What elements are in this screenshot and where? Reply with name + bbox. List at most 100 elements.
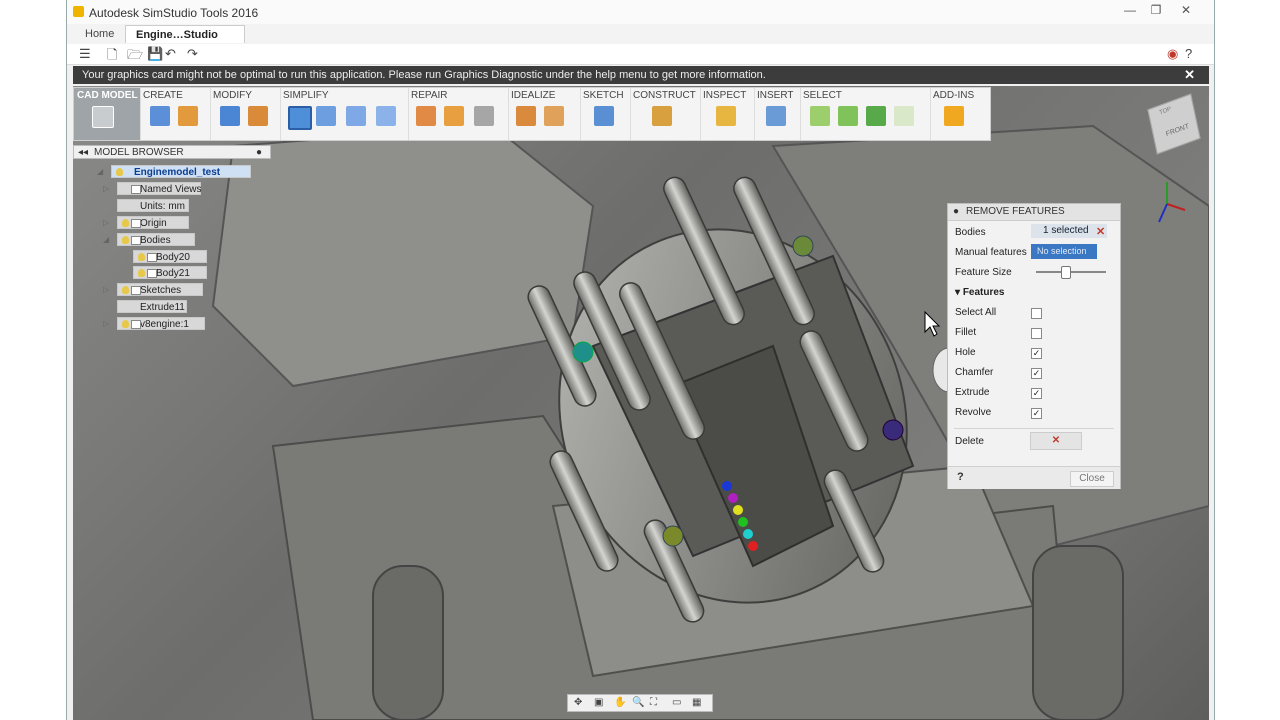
grid-settings-icon[interactable]: ▦: [692, 697, 701, 708]
maximize-button[interactable]: ❐: [1145, 3, 1167, 18]
feature-label: Revolve: [955, 407, 992, 418]
bodies-selection-value: 1 selected: [1043, 225, 1089, 236]
extrude-icon[interactable]: [178, 106, 198, 126]
folder-icon: [131, 185, 141, 194]
visibility-bulb-icon[interactable]: [122, 320, 129, 328]
delete-button[interactable]: ✕: [1030, 432, 1082, 450]
manual-features-value: No selection: [1037, 246, 1087, 256]
insert-icon[interactable]: [766, 106, 786, 126]
visibility-bulb-icon[interactable]: [138, 253, 145, 261]
tree-node-label: v8engine:1: [140, 319, 189, 330]
tree-node-label: Body20: [156, 252, 190, 263]
tree-node-body21[interactable]: Body21: [133, 266, 207, 279]
redo-icon[interactable]: ↷: [187, 46, 198, 62]
tree-node-v8engine[interactable]: v8engine:1: [117, 317, 205, 330]
help-icon[interactable]: ?: [1185, 46, 1192, 61]
tree-node-label: Body21: [156, 268, 190, 279]
warning-close-icon[interactable]: ✕: [1184, 66, 1195, 84]
visibility-bulb-icon[interactable]: [122, 219, 129, 227]
window-select-icon[interactable]: [838, 106, 858, 126]
visibility-bulb-icon[interactable]: [138, 269, 145, 277]
collapse-icon[interactable]: ◢: [103, 235, 109, 244]
expand-icon[interactable]: ▷: [103, 285, 109, 294]
cad-model-label: CAD MODEL: [77, 90, 138, 101]
collapse-browser-icon[interactable]: ◂◂: [78, 146, 88, 160]
clear-bodies-icon[interactable]: ✕: [1096, 225, 1105, 238]
cad-model-group[interactable]: CAD MODEL: [74, 88, 141, 140]
sketch-icon[interactable]: [594, 106, 614, 126]
visibility-bulb-icon[interactable]: [116, 168, 123, 176]
manual-features-field[interactable]: No selection: [1031, 244, 1097, 259]
press-pull-icon[interactable]: [220, 106, 240, 126]
tab-engine-studio[interactable]: Engine…Studio ✕: [125, 25, 245, 59]
tree-root-label: Enginemodel_test: [134, 167, 221, 178]
panel-collapse-icon[interactable]: ●: [953, 204, 959, 220]
folder-icon: [131, 236, 141, 245]
patch-icon[interactable]: [474, 106, 494, 126]
record-icon[interactable]: ◉: [1167, 46, 1178, 62]
tree-node-origin[interactable]: Origin: [117, 216, 189, 229]
tree-node-named-views[interactable]: Named Views: [117, 182, 202, 195]
tree-root-node[interactable]: Enginemodel_test: [111, 165, 251, 178]
expand-icon[interactable]: ▷: [103, 319, 109, 328]
midsurface-icon[interactable]: [544, 106, 564, 126]
shell-icon[interactable]: [248, 106, 268, 126]
stitch-icon[interactable]: [444, 106, 464, 126]
expand-icon[interactable]: ▷: [103, 218, 109, 227]
add-ins-icon[interactable]: [944, 106, 964, 126]
feature-checkbox[interactable]: ✓: [1031, 348, 1042, 359]
expand-icon[interactable]: ◢: [97, 167, 103, 176]
zoom-icon[interactable]: 🔍: [632, 697, 644, 708]
minimize-button[interactable]: —: [1119, 3, 1141, 18]
features-section-header[interactable]: ▾ Features: [955, 287, 1005, 298]
remove-faces-icon[interactable]: [316, 106, 336, 126]
feature-checkbox[interactable]: [1031, 308, 1042, 319]
replace-body-icon[interactable]: [376, 106, 396, 126]
modify-group: MODIFY: [210, 88, 281, 140]
expand-icon[interactable]: ▷: [103, 184, 109, 193]
tree-node-bodies[interactable]: Bodies: [117, 233, 195, 246]
paint-select-icon[interactable]: [894, 106, 914, 126]
feature-size-slider-thumb[interactable]: [1060, 266, 1071, 279]
open-file-icon[interactable]: 🗁: [127, 46, 143, 68]
fit-icon[interactable]: ⛶: [650, 697, 657, 708]
menu-icon[interactable]: ☰: [79, 46, 91, 62]
pan-icon[interactable]: ✋: [614, 697, 626, 708]
simplify-label: SIMPLIFY: [283, 90, 329, 101]
remove-features-panel: ● REMOVE FEATURES Bodies 1 selected ✕ Ma…: [947, 203, 1121, 489]
tree-node-extrude11[interactable]: Extrude11: [117, 300, 187, 313]
look-at-icon[interactable]: ▣: [594, 697, 603, 708]
close-button[interactable]: Close: [1070, 471, 1114, 487]
model-browser-header[interactable]: ◂◂ MODEL BROWSER ●: [73, 145, 271, 159]
tree-node-body20[interactable]: Body20: [133, 250, 207, 263]
idealize-icon[interactable]: [516, 106, 536, 126]
feature-checkbox[interactable]: [1031, 328, 1042, 339]
remove-body-icon[interactable]: [346, 106, 366, 126]
feature-checkbox[interactable]: ✓: [1031, 408, 1042, 419]
modify-label: MODIFY: [213, 90, 252, 101]
panel-help-icon[interactable]: ?: [957, 471, 964, 483]
orbit-icon[interactable]: ✥: [574, 697, 582, 708]
construct-plane-icon[interactable]: [652, 106, 672, 126]
display-settings-icon[interactable]: ▭: [672, 697, 681, 708]
window-close-button[interactable]: ✕: [1175, 3, 1197, 18]
freeform-select-icon[interactable]: [866, 106, 886, 126]
box-icon[interactable]: [150, 106, 170, 126]
tree-node-sketches[interactable]: Sketches: [117, 283, 203, 296]
undo-icon[interactable]: ↶: [165, 46, 176, 62]
visibility-bulb-icon[interactable]: [122, 236, 129, 244]
save-icon[interactable]: 💾: [147, 46, 163, 62]
visibility-bulb-icon[interactable]: [122, 286, 129, 294]
feature-checkbox[interactable]: ✓: [1031, 388, 1042, 399]
browser-pin-icon[interactable]: ●: [256, 146, 262, 160]
tab-home[interactable]: Home: [75, 25, 124, 43]
title-bar: Autodesk SimStudio Tools 2016 — ❐ ✕: [67, 0, 1214, 25]
repair-icon[interactable]: [416, 106, 436, 126]
measure-icon[interactable]: [716, 106, 736, 126]
feature-size-slider[interactable]: [1036, 266, 1106, 279]
tree-node-units[interactable]: Units: mm: [117, 199, 189, 212]
feature-checkbox[interactable]: ✓: [1031, 368, 1042, 379]
select-icon[interactable]: [810, 106, 830, 126]
new-file-icon[interactable]: 🗋: [107, 46, 117, 68]
remove-features-icon[interactable]: [288, 106, 312, 130]
